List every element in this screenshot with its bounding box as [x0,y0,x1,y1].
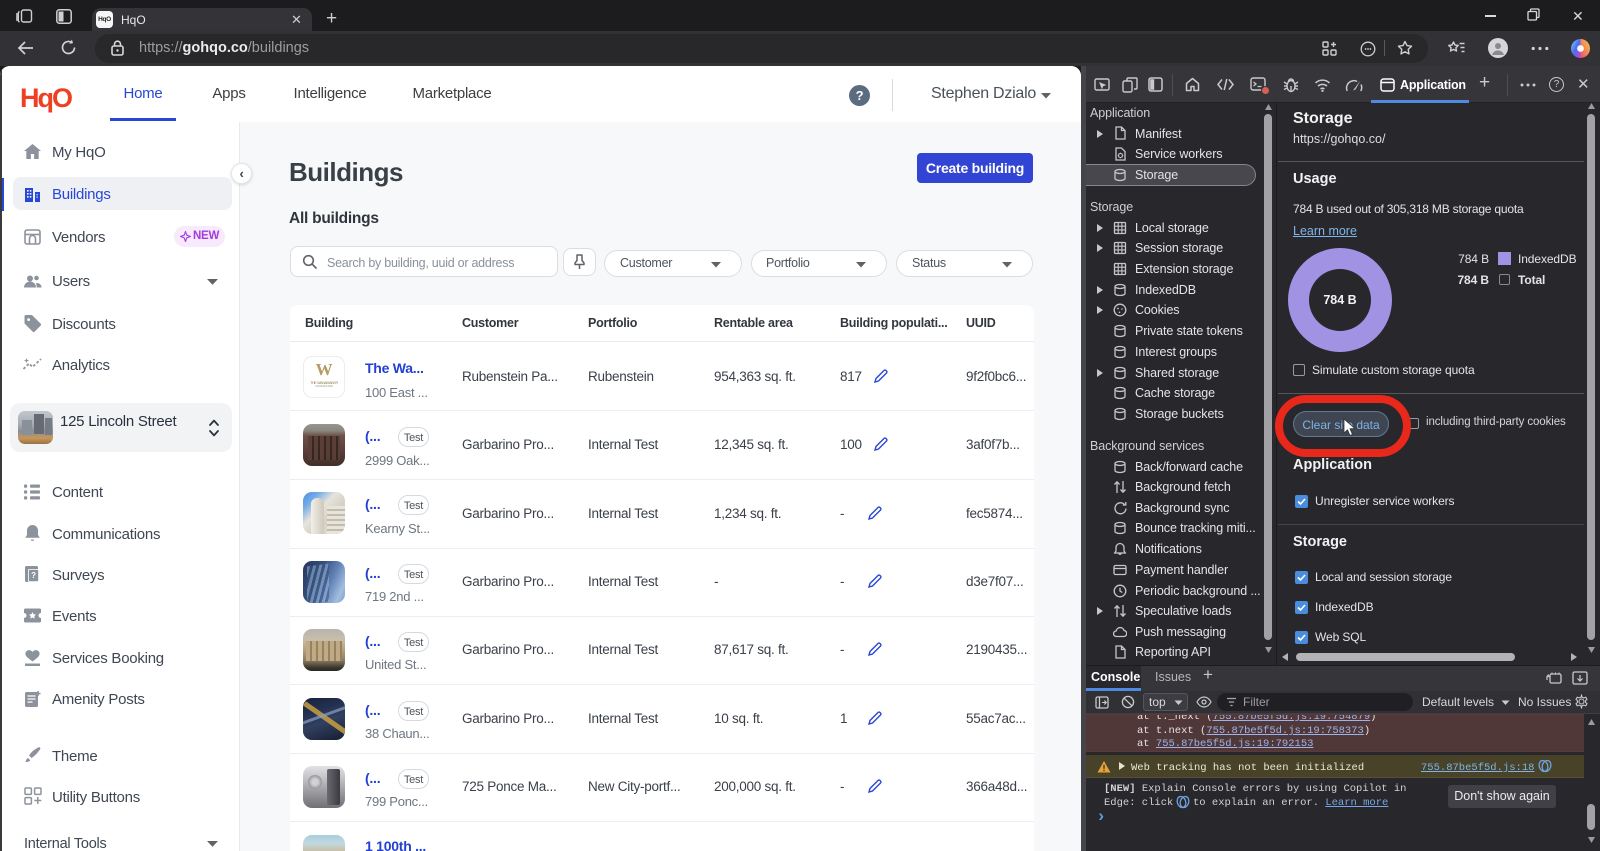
svg-text:?: ? [31,571,36,580]
